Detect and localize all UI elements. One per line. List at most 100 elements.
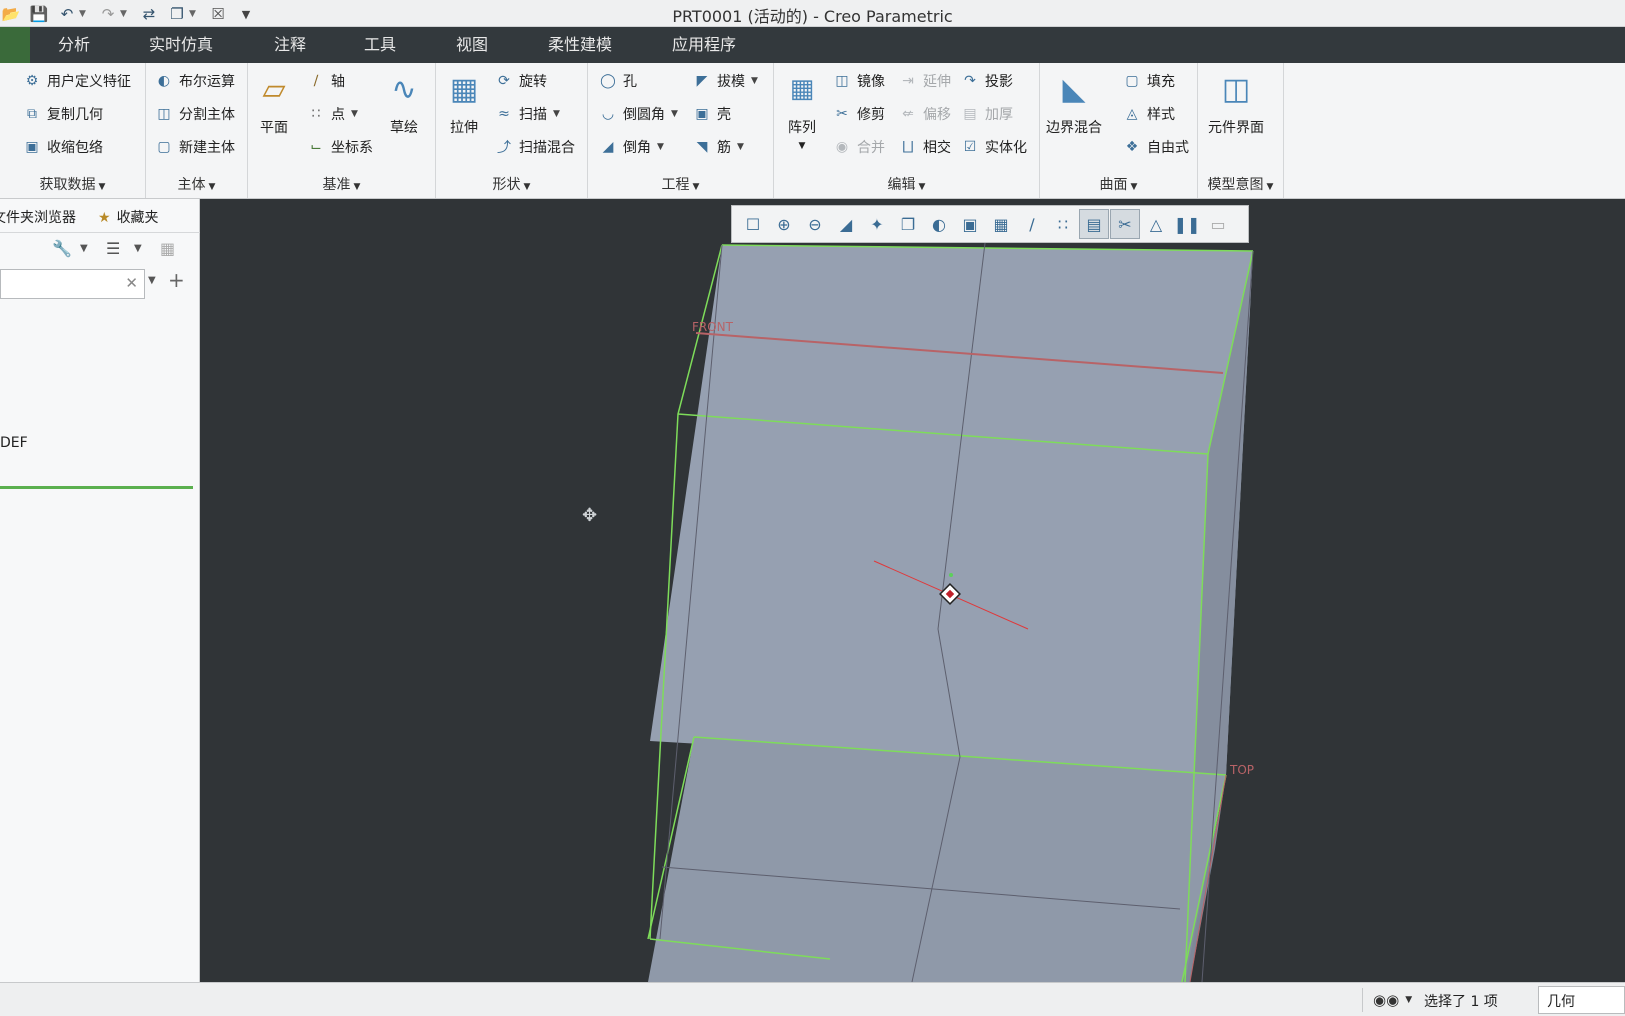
tab-tools[interactable]: 工具 [358,27,402,63]
tab-model-active[interactable] [0,27,30,63]
show-dropdown-icon[interactable]: ▼ [134,243,142,254]
project-icon: ↷ [964,73,976,89]
copy-geometry-button[interactable]: ⧉ 复制几何 [22,101,103,127]
sketch-button[interactable]: ∿ 草绘 [384,69,424,137]
intersect-button[interactable]: ⨆ 相交 [898,134,951,160]
perspective-icon[interactable]: ∕ [1017,209,1047,239]
project-button[interactable]: ↷ 投影 [960,68,1013,94]
tab-flexible-modeling[interactable]: 柔性建模 [542,27,618,63]
mirror-icon: ◫ [835,73,849,89]
tab-applications[interactable]: 应用程序 [666,27,742,63]
component-interface-button[interactable]: ◫ 元件界面 [1208,69,1264,137]
display-style-icon[interactable]: ❐ [893,209,923,239]
draft-button[interactable]: ◤ 拔模 ▼ [692,68,758,94]
sweep-dropdown-icon[interactable]: ▼ [553,109,560,119]
named-views-icon[interactable]: ▣ [955,209,985,239]
mirror-button[interactable]: ◫ 镜像 [832,68,885,94]
tree-filter-icon[interactable]: ▦ [160,239,175,258]
extrude-button[interactable]: ▦ 拉伸 [444,69,484,137]
pattern-button[interactable]: ▦ 阵列 ▼ [782,69,822,151]
plane-button[interactable]: ▱ 平面 [254,69,294,137]
sweep-button[interactable]: ≈ 扫描 ▼ [494,101,560,127]
merge-button[interactable]: ◉ 合并 [832,134,885,160]
group-engineering-label[interactable]: 工程 ▼ [588,174,773,194]
saved-orientations-icon[interactable]: ◐ [924,209,954,239]
model-graphics[interactable]: FRONT TOP [200,199,1625,982]
datum-display-icon[interactable]: ∷ [1048,209,1078,239]
refit-icon[interactable]: ☐ [738,209,768,239]
freestyle-button[interactable]: ❖ 自由式 [1122,134,1189,160]
insert-here-indicator[interactable] [0,486,193,489]
group-get-data-label[interactable]: 获取数据 ▼ [0,174,145,194]
offset-button[interactable]: ⇍ 偏移 [898,101,951,127]
solidify-button[interactable]: ☑ 实体化 [960,134,1027,160]
find-dropdown-icon[interactable]: ▼ [1405,995,1412,1005]
hidden-icon[interactable]: ▭ [1203,209,1233,239]
boundary-blend-icon: ◣ [1062,71,1086,107]
split-body-button[interactable]: ◫ 分割主体 [154,101,235,127]
draft-dropdown-icon[interactable]: ▼ [751,76,758,86]
boundary-blend-button[interactable]: ◣ 边界混合 [1046,69,1102,137]
axis-button[interactable]: ∕ 轴 [306,68,345,94]
selection-filter-select[interactable]: 几何 [1538,986,1625,1014]
group-body-label[interactable]: 主体 ▼ [146,174,247,194]
add-icon[interactable]: + [168,268,185,292]
appearance-icon[interactable]: △ [1141,209,1171,239]
graphics-window[interactable]: FRONT TOP ✥ ☐ ⊕ ⊖ ◢ ✦ ❐ ◐ ▣ ▦ ∕ ∷ ▤ ✂ △ … [200,199,1625,982]
find-button[interactable]: ◉◉ ▼ [1362,988,1412,1012]
tab-annotate[interactable]: 注释 [268,27,312,63]
new-body-button[interactable]: ▢ 新建主体 [154,134,235,160]
zoom-out-icon[interactable]: ⊖ [800,209,830,239]
user-defined-feature-button[interactable]: ⚙ 用户定义特征 [22,68,131,94]
shell-button[interactable]: ▣ 壳 [692,101,731,127]
group-datum-label[interactable]: 基准 ▼ [248,174,435,194]
group-surfaces-label[interactable]: 曲面 ▼ [1040,174,1197,194]
chamfer-button[interactable]: ◢ 倒角 ▼ [598,134,664,160]
show-icon[interactable]: ☰ [106,239,120,258]
pattern-dropdown-icon[interactable]: ▼ [799,141,806,151]
tab-analysis[interactable]: 分析 [52,27,96,63]
boolean-operations-button[interactable]: ◐ 布尔运算 [154,68,235,94]
settings-dropdown-icon[interactable]: ▼ [80,243,88,254]
model-bottom-face[interactable] [648,737,1226,982]
zoom-in-icon[interactable]: ⊕ [769,209,799,239]
extend-button[interactable]: ⇥ 延伸 [898,68,951,94]
revolve-button[interactable]: ⟳ 旋转 [494,68,547,94]
thicken-button[interactable]: ▤ 加厚 [960,101,1013,127]
tab-favorites[interactable]: ★ 收藏夹 [98,207,159,227]
pause-icon[interactable]: ❚❚ [1172,209,1202,239]
tab-folder-browser[interactable]: 文件夹浏览器 [0,207,76,227]
round-dropdown-icon[interactable]: ▼ [671,109,678,119]
model-front-face[interactable] [650,245,1253,775]
point-dropdown-icon[interactable]: ▼ [351,109,358,119]
tab-live-simulation[interactable]: 实时仿真 [143,27,219,63]
model-tree-search-input[interactable]: ✕ [0,269,145,299]
chamfer-dropdown-icon[interactable]: ▼ [657,142,664,152]
group-editing-label[interactable]: 编辑 ▼ [774,174,1039,194]
coordinate-system-button[interactable]: ⌙ 坐标系 [306,134,373,160]
style-button[interactable]: ◬ 样式 [1122,101,1175,127]
fill-button[interactable]: ▢ 填充 [1122,68,1175,94]
shrinkwrap-button[interactable]: ▣ 收缩包络 [22,134,103,160]
view-manager-icon[interactable]: ▦ [986,209,1016,239]
clear-search-icon[interactable]: ✕ [125,274,138,292]
tree-item-def[interactable]: DEF [0,435,28,451]
repaint-icon[interactable]: ◢ [831,209,861,239]
swept-blend-button[interactable]: ⤴ 扫描混合 [494,134,575,160]
trim-button[interactable]: ✂ 修剪 [832,101,885,127]
rib-dropdown-icon[interactable]: ▼ [737,142,744,152]
spin-center-icon[interactable]: ✦ [862,209,892,239]
group-model-intent-label[interactable]: 模型意图 ▼ [1198,174,1283,194]
group-shapes-label[interactable]: 形状 ▼ [436,174,587,194]
section-icon[interactable]: ✂ [1110,209,1140,239]
annotation-display-icon[interactable]: ▤ [1079,209,1109,239]
hole-button[interactable]: ◯ 孔 [598,68,637,94]
top-datum-label: TOP [1229,763,1254,777]
tab-view[interactable]: 视图 [450,27,494,63]
point-button[interactable]: ∷ 点 ▼ [306,101,358,127]
rib-button[interactable]: ◥ 筋 ▼ [692,134,744,160]
round-button[interactable]: ◡ 倒圆角 ▼ [598,101,678,127]
navigator-tabs: 文件夹浏览器 ★ 收藏夹 [0,199,200,233]
search-dropdown-icon[interactable]: ▼ [148,275,156,286]
settings-icon[interactable]: 🔧 [52,239,72,258]
